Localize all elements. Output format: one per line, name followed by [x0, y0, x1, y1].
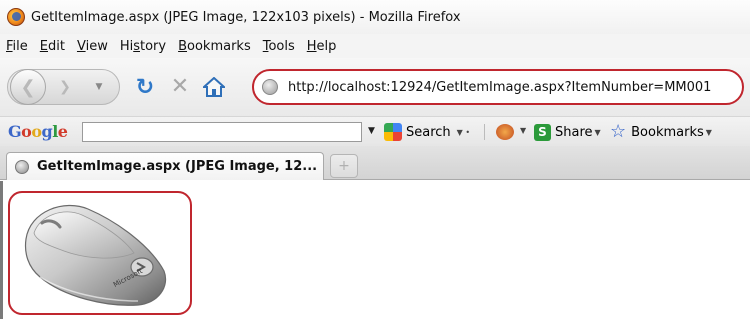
title-bar: GetItemImage.aspx (JPEG Image, 122x103 p… [0, 0, 750, 34]
tab-strip: GetItemImage.aspx (JPEG Image, 12... + [0, 146, 750, 180]
menu-edit[interactable]: Edit [40, 39, 65, 54]
toolbar-tool-icon[interactable] [496, 124, 514, 140]
url-bar[interactable]: http://localhost:12924/GetItemImage.aspx… [252, 69, 744, 105]
share-icon: S [534, 123, 551, 141]
menu-bar: File Edit View History Bookmarks Tools H… [0, 34, 750, 58]
reload-icon: ↻ [135, 74, 155, 100]
content-left-border [0, 181, 3, 319]
firefox-logo-icon [7, 8, 25, 26]
history-dropdown-button[interactable]: ▼ [92, 80, 106, 94]
share-dropdown-icon: ▼ [594, 127, 601, 137]
google-search-arrow-icon: ▼ • [456, 127, 471, 137]
window-title: GetItemImage.aspx (JPEG Image, 122x103 p… [31, 9, 461, 25]
bookmarks-button[interactable]: ☆ Bookmarks ▼ [610, 122, 712, 142]
plus-icon: + [338, 158, 350, 174]
stop-icon: ✕ [170, 73, 190, 99]
bookmarks-label: Bookmarks [631, 124, 704, 140]
new-tab-button[interactable]: + [330, 154, 358, 178]
url-input[interactable]: http://localhost:12924/GetItemImage.aspx… [288, 80, 711, 95]
back-button[interactable]: ❮ [10, 69, 46, 105]
menu-file[interactable]: File [6, 39, 28, 54]
google-search-button[interactable]: Search ▼ • [384, 122, 470, 142]
history-dropdown-icon: ▼ [95, 82, 103, 92]
image-highlight-circle [8, 191, 192, 315]
share-button[interactable]: S Share ▼ [534, 122, 601, 142]
home-button[interactable] [202, 75, 226, 99]
reload-button[interactable]: ↻ [133, 74, 157, 100]
home-icon [203, 77, 225, 97]
google-search-dropdown-icon[interactable]: ▼ [368, 126, 375, 136]
tab-getitemimage[interactable]: GetItemImage.aspx (JPEG Image, 12... [6, 152, 324, 180]
forward-icon: ❯ [59, 79, 71, 95]
bookmarks-dropdown-icon: ▼ [705, 127, 712, 137]
tab-label: GetItemImage.aspx (JPEG Image, 12... [37, 159, 318, 174]
google-search-icon [384, 123, 402, 141]
tool-dropdown-icon[interactable]: ▼ [520, 126, 526, 135]
stop-button[interactable]: ✕ [168, 73, 192, 99]
menu-history[interactable]: History [120, 39, 166, 54]
back-icon: ❮ [20, 76, 36, 98]
share-label: Share [555, 124, 593, 140]
menu-bookmarks[interactable]: Bookmarks [178, 39, 251, 54]
site-identity-icon[interactable] [262, 79, 278, 95]
menu-tools[interactable]: Tools [263, 39, 295, 54]
google-logo[interactable]: Google [8, 122, 68, 141]
menu-view[interactable]: View [77, 39, 108, 54]
menu-help[interactable]: Help [307, 39, 337, 54]
google-search-label: Search [406, 124, 451, 140]
toolbar-separator [484, 124, 485, 140]
google-search-input[interactable] [82, 122, 362, 142]
star-icon: ☆ [610, 121, 627, 142]
google-toolbar: Google ▼ Search ▼ • ▼ S Share ▼ ☆ Bookma… [0, 116, 750, 146]
forward-button[interactable]: ❯ [52, 76, 78, 98]
navigation-toolbar: ❮ ❯ ▼ ↻ ✕ http://localhost:12924/GetItem… [0, 58, 750, 116]
tab-favicon-icon [15, 159, 29, 174]
